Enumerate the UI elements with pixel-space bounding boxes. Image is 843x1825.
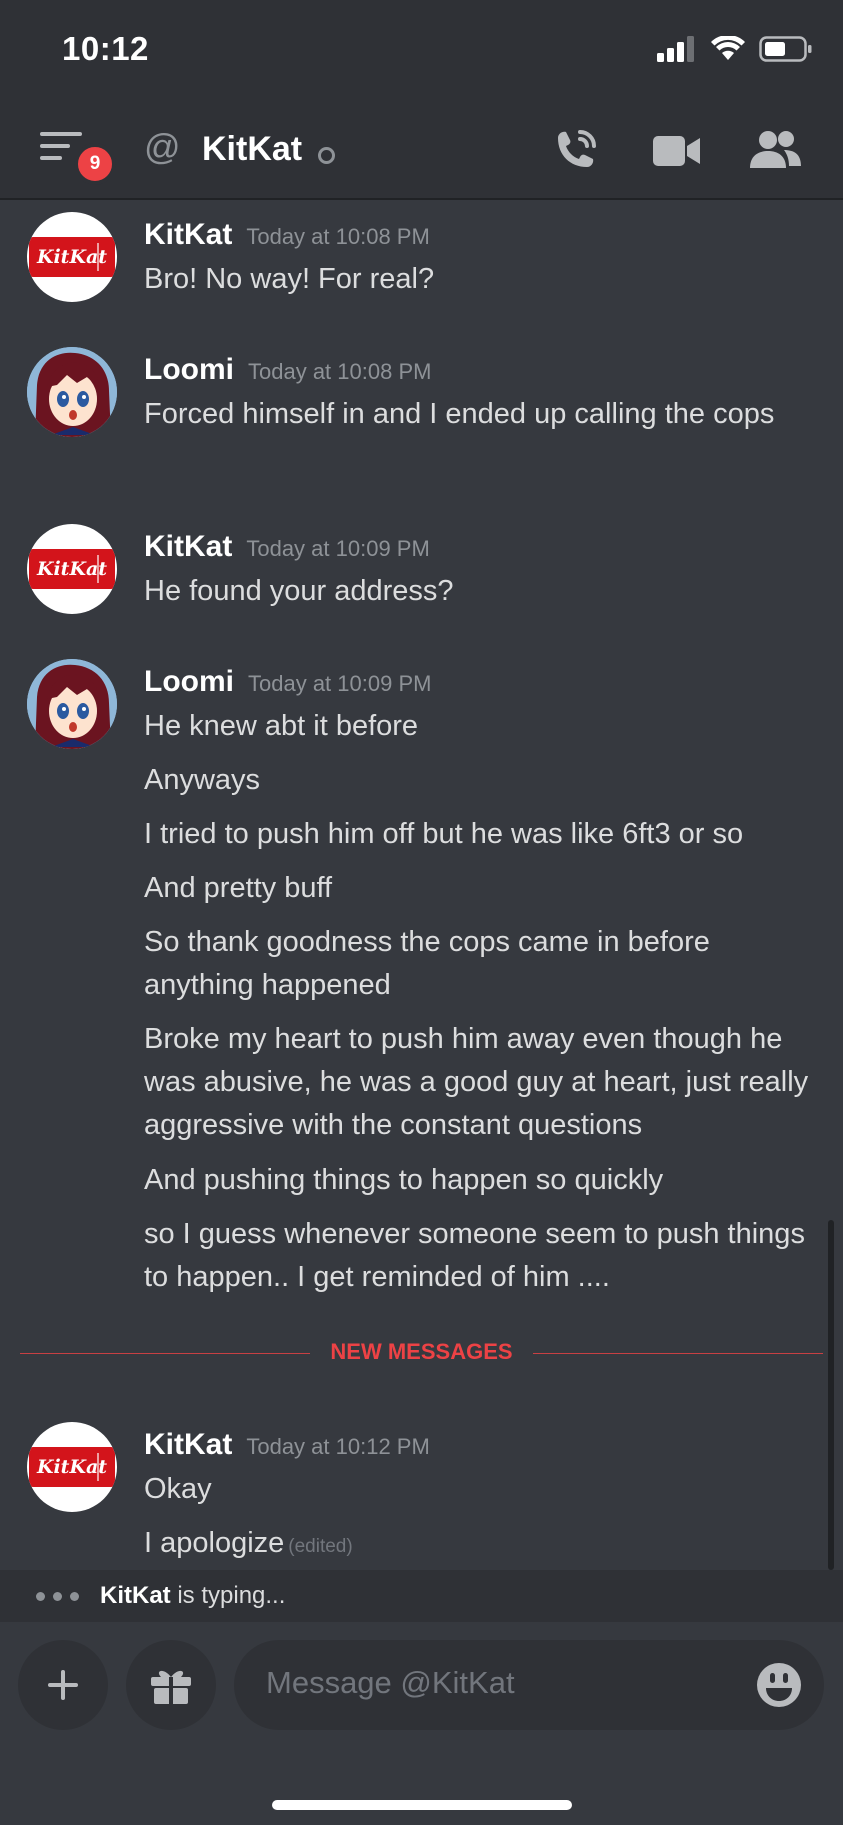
video-call-button[interactable] xyxy=(653,134,701,173)
message-text: And pushing things to happen so quickly xyxy=(144,1164,664,1196)
unread-badge: 9 xyxy=(74,143,116,185)
avatar[interactable]: KitKat xyxy=(27,524,117,614)
message-text: He found your address? xyxy=(144,575,454,607)
message-input-placeholder: Message @KitKat xyxy=(266,1665,515,1700)
message-text: I apologize (edited) xyxy=(144,1527,353,1559)
members-button[interactable] xyxy=(748,130,802,175)
message-author[interactable]: KitKat Today at 10:09 PM xyxy=(144,530,430,564)
menu-button[interactable]: 9 xyxy=(40,130,116,185)
call-icon xyxy=(558,130,596,167)
message-author[interactable]: Loomi Today at 10:09 PM xyxy=(144,665,431,699)
status-icons xyxy=(657,36,813,62)
message-text: So thank goodness the cops came in befor… xyxy=(144,926,710,1001)
gift-icon xyxy=(151,1670,191,1704)
home-indicator[interactable] xyxy=(272,1800,572,1810)
avatar[interactable] xyxy=(27,659,117,749)
message-composer: Message @KitKat xyxy=(0,1622,843,1825)
avatar[interactable]: KitKat xyxy=(27,212,117,302)
members-icon xyxy=(750,131,801,168)
wifi-icon xyxy=(711,36,745,60)
status-bar: 10:12 xyxy=(0,0,843,100)
channel-header: 9 @ KitKat xyxy=(0,100,843,200)
message-text: so I guess whenever someone seem to push… xyxy=(144,1218,805,1293)
plus-icon xyxy=(48,1670,78,1700)
message-timestamp: Today at 10:09 PM xyxy=(248,671,432,696)
at-icon: @ xyxy=(144,126,181,167)
message-timestamp: Today at 10:09 PM xyxy=(246,536,430,561)
message-author[interactable]: KitKat Today at 10:12 PM xyxy=(144,1428,430,1462)
message-timestamp: Today at 10:08 PM xyxy=(246,224,430,249)
message-author[interactable]: KitKat Today at 10:08 PM xyxy=(144,218,430,252)
new-messages-divider: NEW MESSAGES xyxy=(20,1335,823,1371)
attach-button[interactable] xyxy=(18,1640,108,1730)
typing-text: KitKat is typing... xyxy=(100,1582,286,1609)
page-title[interactable]: KitKat xyxy=(202,130,302,169)
avatar[interactable] xyxy=(27,347,117,437)
message-text: Okay xyxy=(144,1473,212,1505)
kitkat-logo-icon: KitKat xyxy=(29,237,115,277)
message-text: And pretty buff xyxy=(144,872,333,904)
message-text: I tried to push him off but he was like … xyxy=(144,818,744,850)
edited-label: (edited) xyxy=(288,1536,353,1557)
new-messages-label: NEW MESSAGES xyxy=(330,1339,513,1364)
emoji-icon xyxy=(757,1663,801,1707)
message-input[interactable]: Message @KitKat xyxy=(234,1640,824,1730)
signal-icon xyxy=(657,36,694,62)
message-text: Broke my heart to push him away even tho… xyxy=(144,1023,809,1141)
avatar[interactable]: KitKat xyxy=(27,1422,117,1512)
typing-dots-icon xyxy=(36,1592,79,1601)
message-text: Bro! No way! For real? xyxy=(144,263,435,295)
battery-icon xyxy=(759,36,812,62)
emoji-button[interactable] xyxy=(756,1662,802,1713)
anime-avatar-icon xyxy=(27,347,117,437)
message-list[interactable]: KitKat KitKat Today at 10:08 PM Bro! No w… xyxy=(0,200,843,1570)
message-author[interactable]: Loomi Today at 10:08 PM xyxy=(144,353,431,387)
message-text: He knew abt it before xyxy=(144,710,419,742)
offline-status-icon xyxy=(318,147,335,164)
call-button[interactable] xyxy=(552,128,600,179)
kitkat-logo-icon: KitKat xyxy=(29,549,115,589)
message-text: Forced himself in and I ended up calling… xyxy=(144,398,775,430)
message-text: Anyways xyxy=(144,764,261,796)
message-timestamp: Today at 10:12 PM xyxy=(246,1434,430,1459)
typing-indicator: KitKat is typing... xyxy=(0,1570,843,1622)
kitkat-logo-icon: KitKat xyxy=(29,1447,115,1487)
status-time: 10:12 xyxy=(62,30,149,67)
gift-button[interactable] xyxy=(126,1640,216,1730)
video-icon xyxy=(653,136,700,166)
anime-avatar-icon xyxy=(27,659,117,749)
message-timestamp: Today at 10:08 PM xyxy=(248,359,432,384)
scrollbar[interactable] xyxy=(828,1220,834,1570)
